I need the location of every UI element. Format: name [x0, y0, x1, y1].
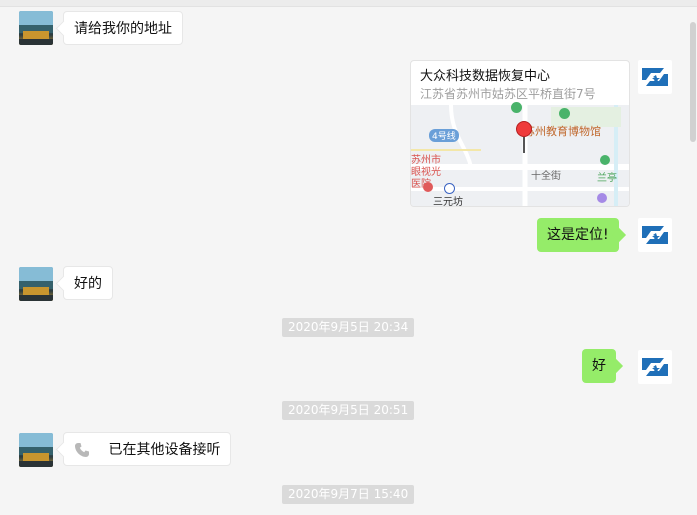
park-poi-icon	[600, 155, 610, 165]
hospital-poi-icon	[423, 182, 433, 192]
timestamp: 2020年9月5日 20:34	[282, 318, 415, 337]
my-avatar[interactable]	[638, 350, 672, 384]
message-bubble-incoming[interactable]: 好的	[63, 266, 113, 300]
contact-avatar[interactable]	[19, 267, 53, 301]
message-text: 好的	[74, 276, 102, 292]
message-text: 已在其他设备接听	[108, 442, 221, 458]
location-address: 江苏省苏州市姑苏区平桥直街7号	[420, 87, 596, 101]
poi-purple-icon	[597, 193, 607, 203]
my-avatar[interactable]	[638, 218, 672, 252]
brand-logo-icon	[642, 226, 668, 244]
message-text: 好	[592, 358, 606, 374]
map-label-street: 十全街	[531, 171, 561, 182]
location-map[interactable]: 4号线 苏州教育博物馆 苏州市眼视光医院 十全街 兰亭 三元坊	[411, 102, 629, 207]
contact-avatar[interactable]	[19, 11, 53, 45]
avatar-photo-icon	[19, 11, 53, 45]
map-label-sanyuanfang: 三元坊	[433, 197, 463, 207]
message-bubble-outgoing[interactable]: 这是定位!	[537, 218, 619, 252]
museum-poi-icon	[559, 108, 570, 119]
scrollbar[interactable]	[690, 22, 696, 142]
phone-icon	[75, 443, 89, 457]
location-name: 大众科技数据恢复中心	[420, 69, 551, 84]
brand-logo-icon	[642, 68, 668, 86]
location-pin-icon	[516, 121, 532, 137]
map-label-lanting: 兰亭	[597, 173, 617, 184]
location-pin-stem	[523, 137, 525, 153]
map-label-road: 4号线	[429, 129, 459, 142]
avatar-photo-icon	[19, 267, 53, 301]
top-divider	[0, 0, 697, 7]
message-bubble-incoming[interactable]: 请给我你的地址	[63, 11, 183, 45]
contact-avatar[interactable]	[19, 433, 53, 467]
museum-poi-icon	[511, 102, 522, 113]
message-bubble-outgoing[interactable]: 好	[582, 349, 616, 383]
brand-logo-icon	[642, 358, 668, 376]
timestamp: 2020年9月7日 15:40	[282, 485, 415, 504]
message-text: 请给我你的地址	[74, 21, 172, 37]
avatar-photo-icon	[19, 433, 53, 467]
timestamp: 2020年9月5日 20:51	[282, 401, 415, 420]
my-avatar[interactable]	[638, 60, 672, 94]
call-message-bubble[interactable]: 已在其他设备接听	[63, 432, 232, 466]
message-text: 这是定位!	[547, 227, 609, 243]
location-card[interactable]: 大众科技数据恢复中心 江苏省苏州市姑苏区平桥直街7号 4号线 苏州教育博物馆 苏…	[410, 60, 630, 207]
map-label-museum: 苏州教育博物馆	[524, 125, 601, 138]
